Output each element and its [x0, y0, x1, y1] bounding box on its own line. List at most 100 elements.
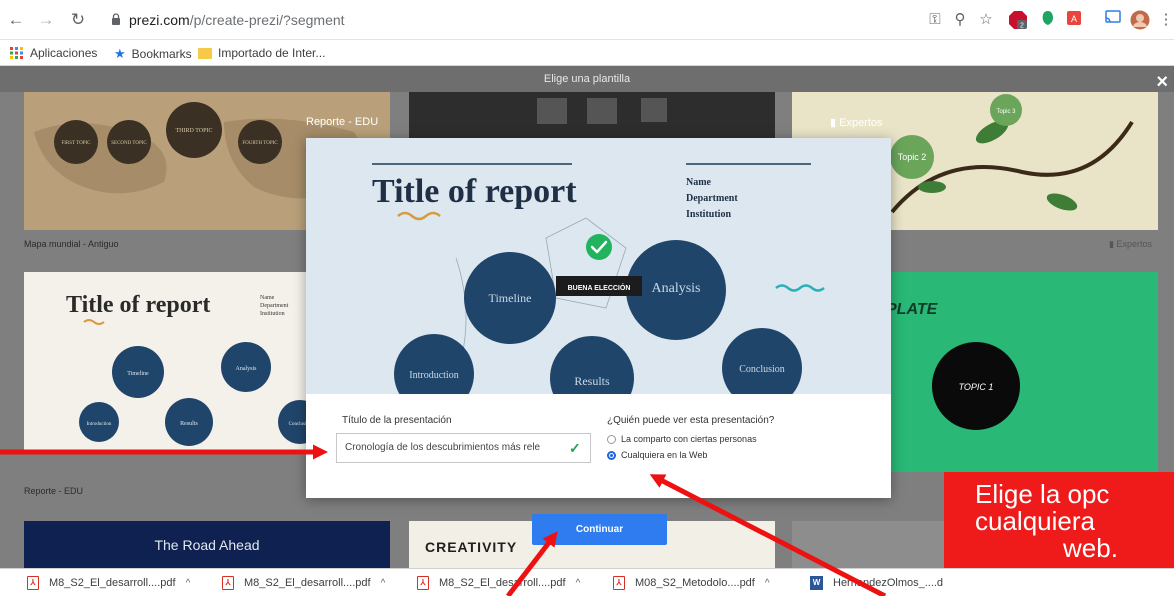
bookmark-label: Importado de Inter...	[218, 46, 326, 60]
address-bar[interactable]: prezi.com/p/create-prezi/?segment	[101, 7, 861, 33]
download-item[interactable]: W HernandezOlmos_....d	[810, 575, 943, 591]
template-topic-label: FOURTH TOPIC	[242, 141, 278, 146]
download-filename: HernandezOlmos_....d	[833, 577, 944, 589]
radio-private-label: La comparto con ciertas personas	[621, 434, 757, 444]
acrobat-extension-icon[interactable]: A	[1064, 10, 1084, 30]
extension-badge: 2	[1020, 23, 1024, 30]
template-preview: Title of report Name Department Institut…	[306, 138, 891, 394]
preview-header-line: Department	[686, 193, 738, 204]
radio-public-option[interactable]: Cualquiera en la Web	[607, 450, 707, 460]
radio-public-label: Cualquiera en la Web	[621, 450, 708, 460]
zoom-icon[interactable]: ⚲	[950, 10, 970, 30]
presentation-title-input[interactable]: Cronología de los descubrimientos más re…	[336, 433, 591, 463]
check-icon: ✓	[569, 440, 581, 456]
browser-toolbar: ← → ↻ prezi.com/p/create-prezi/?segment …	[0, 0, 1174, 40]
template-caption: The Road Ahead	[154, 537, 260, 553]
url-domain: prezi.com	[129, 12, 190, 28]
word-file-icon: W	[810, 576, 823, 590]
template-title: PLATE	[886, 301, 939, 318]
chevron-up-icon[interactable]: ^	[186, 578, 191, 589]
template-caption: Reporte - EDU	[24, 486, 84, 496]
radio-private-option[interactable]: La comparto con ciertas personas	[607, 434, 757, 444]
radio-private[interactable]	[607, 434, 616, 444]
template-thumb-road-ahead[interactable]: The Road Ahead	[24, 521, 390, 568]
pdf-file-icon: ⅄	[417, 576, 429, 590]
modal-expert-badge: ▮ Expertos	[830, 117, 883, 129]
template-topic-label: Topic 3	[996, 109, 1016, 115]
modal-template-name: Reporte - EDU	[306, 116, 379, 128]
download-filename: M08_S2_Metodolo....pdf	[635, 577, 755, 589]
template-topic-label: SECOND TOPIC	[111, 141, 147, 146]
bookmark-label: Aplicaciones	[30, 46, 98, 60]
template-topic-label: Introduction	[87, 422, 112, 427]
template-topic-label: Timeline	[127, 371, 149, 377]
profile-avatar[interactable]	[1130, 10, 1150, 30]
key-icon[interactable]: ⚿	[925, 10, 945, 30]
pdf-file-icon: ⅄	[27, 576, 39, 590]
apps-grid-icon	[10, 47, 23, 59]
reload-icon[interactable]: ↻	[67, 9, 89, 31]
bookmarks-bar: Aplicaciones ★ Bookmarks Importado de In…	[0, 40, 1174, 66]
template-topic-label: Results	[180, 421, 198, 427]
template-topic-label: THIRD TOPIC	[176, 128, 213, 134]
adblock-extension-icon[interactable]: 2	[1008, 10, 1028, 30]
svg-text:A: A	[1071, 14, 1077, 24]
dark-template-illustration	[537, 98, 667, 124]
bookmark-imported[interactable]: Importado de Inter...	[198, 46, 325, 60]
report-preview-illustration: Title of report Name Department Institut…	[306, 138, 891, 394]
bookmark-label: Bookmarks	[131, 47, 192, 61]
back-arrow-icon[interactable]: ←	[5, 9, 27, 31]
download-item[interactable]: ⅄ M8_S2_El_desarroll....pdf ^	[417, 575, 580, 591]
modal-expert-label: Expertos	[839, 117, 883, 129]
bookmark-bookmarks[interactable]: ★ Bookmarks	[114, 46, 192, 62]
chevron-up-icon[interactable]: ^	[576, 578, 581, 589]
lock-icon	[112, 13, 120, 25]
title-field-label: Título de la presentación	[342, 415, 452, 426]
download-filename: M8_S2_El_desarroll....pdf	[49, 577, 176, 589]
preview-title: Title of report	[372, 173, 577, 210]
preview-topic-label: Analysis	[652, 281, 701, 296]
template-caption: Mapa mundial - Antiguo	[24, 239, 119, 249]
url-path: /p/create-prezi/?segment	[189, 12, 345, 28]
bookmark-apps[interactable]: Aplicaciones	[10, 46, 97, 60]
folder-icon	[198, 47, 212, 59]
preview-topic-label: Results	[574, 374, 610, 388]
close-icon[interactable]: ×	[1156, 72, 1168, 92]
page-header: Elige una plantilla	[0, 66, 1174, 92]
preview-topic-label: Introduction	[409, 370, 458, 381]
template-title: Title of report	[66, 292, 210, 318]
template-header-line: Institution	[260, 311, 285, 317]
preview-header-line: Name	[686, 177, 712, 188]
evernote-extension-icon[interactable]	[1038, 10, 1058, 30]
template-thumb-dark[interactable]	[409, 92, 775, 138]
pdf-file-icon: ⅄	[613, 576, 625, 590]
template-header-line: Department	[260, 303, 289, 309]
callout-line: cualquiera	[975, 506, 1095, 536]
visibility-label: ¿Quién puede ver esta presentación?	[607, 415, 775, 426]
downloads-bar: ⅄ M8_S2_El_desarroll....pdf ^ ⅄ M8_S2_El…	[0, 568, 1174, 596]
cast-icon[interactable]	[1103, 10, 1123, 30]
download-filename: M8_S2_El_desarroll....pdf	[244, 577, 371, 589]
template-topic-label: FIRST TOPIC	[61, 141, 91, 146]
radio-public[interactable]	[607, 450, 616, 460]
good-choice-label: BUENA ELECCIÓN	[568, 283, 631, 292]
template-topic-label: Topic 2	[898, 152, 927, 162]
url-text: prezi.com/p/create-prezi/?segment	[129, 12, 345, 28]
download-filename: M8_S2_El_desarroll....pdf	[439, 577, 566, 589]
forward-arrow-icon[interactable]: →	[35, 9, 57, 31]
callout-line: Elige la opc	[975, 479, 1110, 509]
template-topic-label: Analysis	[236, 366, 258, 372]
download-item[interactable]: ⅄ M08_S2_Metodolo....pdf ^	[613, 575, 770, 591]
star-icon[interactable]: ☆	[976, 10, 996, 30]
chevron-up-icon[interactable]: ^	[765, 578, 770, 589]
continue-button[interactable]: Continuar	[532, 514, 667, 545]
chevron-up-icon[interactable]: ^	[381, 578, 386, 589]
template-header-line: Name	[260, 295, 275, 301]
screenshot: ← → ↻ prezi.com/p/create-prezi/?segment …	[0, 0, 1174, 596]
kebab-menu-icon[interactable]: ⋮	[1156, 10, 1174, 30]
template-badge-label: Expertos	[1116, 239, 1152, 249]
preview-header-line: Institution	[686, 209, 731, 220]
download-item[interactable]: ⅄ M8_S2_El_desarroll....pdf ^	[27, 575, 190, 591]
download-item[interactable]: ⅄ M8_S2_El_desarroll....pdf ^	[222, 575, 385, 591]
star-icon: ★	[114, 46, 126, 61]
